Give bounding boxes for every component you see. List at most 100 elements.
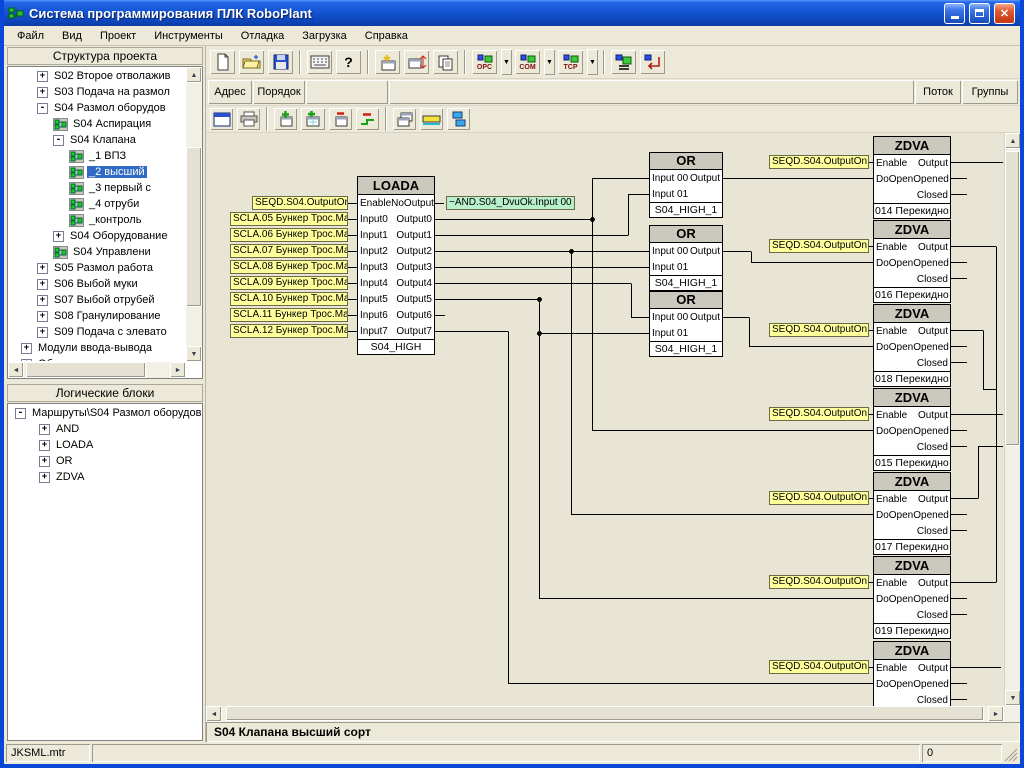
- opc-dropdown-arrow[interactable]: ▼: [501, 49, 512, 75]
- minimize-button[interactable]: [944, 3, 965, 24]
- hscroll-thumb[interactable]: [26, 362, 146, 378]
- input-label-scla[interactable]: SCLA.11 Бункер Трос.Max: [230, 308, 348, 322]
- expand-icon[interactable]: +: [21, 343, 32, 354]
- align-vertical-button[interactable]: [446, 107, 471, 131]
- new-button[interactable]: [209, 49, 236, 75]
- tree-item-project-15[interactable]: +S07 Выбой отрубей: [9, 292, 185, 308]
- tcp-connect-button[interactable]: TCP: [557, 49, 584, 75]
- scroll-up-arrow-icon[interactable]: ▲: [1005, 133, 1021, 149]
- vscroll-thumb[interactable]: [186, 147, 202, 307]
- expand-icon[interactable]: +: [53, 231, 64, 242]
- input-label-scla[interactable]: SCLA.09 Бункер Трос.Max: [230, 276, 348, 290]
- menu-item-5[interactable]: Отладка: [232, 28, 293, 44]
- zdva-enable-label-5[interactable]: SEQD.S04.OutputOn: [769, 491, 869, 505]
- window-view-button[interactable]: [209, 107, 234, 131]
- scroll-right-arrow-icon[interactable]: ►: [988, 706, 1004, 722]
- expand-icon[interactable]: +: [39, 456, 50, 467]
- menu-item-2[interactable]: Вид: [53, 28, 91, 44]
- menu-item-7[interactable]: Справка: [356, 28, 417, 44]
- close-button[interactable]: ✕: [994, 3, 1015, 24]
- add-block-button[interactable]: [273, 107, 298, 131]
- resize-grip[interactable]: [1004, 748, 1018, 762]
- input-label-scla[interactable]: SCLA.07 Бункер Трос.Max: [230, 244, 348, 258]
- zdva-block-4[interactable]: ZDVAEnableOutputDoOpenOpenedClosed015 Пе…: [873, 388, 951, 471]
- zdva-enable-label-6[interactable]: SEQD.S04.OutputOn: [769, 575, 869, 589]
- expand-icon[interactable]: +: [39, 440, 50, 451]
- tree-item-project-10[interactable]: _контроль: [9, 212, 185, 228]
- input-label-seqd[interactable]: SEQD.S04.OutputOn: [252, 196, 348, 210]
- opc-connect-button[interactable]: OPC: [471, 49, 498, 75]
- tree-item-project-18[interactable]: +Модули ввода-вывода: [9, 340, 185, 356]
- diagram-hscrollbar[interactable]: ◄ ►: [206, 706, 1020, 722]
- expand-icon[interactable]: +: [39, 472, 50, 483]
- tree-item-project-17[interactable]: +S09 Подача с элевато: [9, 324, 185, 340]
- scroll-up-arrow-icon[interactable]: ▲: [186, 67, 202, 83]
- tree-item-project-6[interactable]: _1 ВПЗ: [9, 148, 185, 164]
- tree-item-blocks-4[interactable]: +OR: [9, 453, 201, 469]
- arrange-blocks-button[interactable]: [392, 107, 417, 131]
- tree-item-project-1[interactable]: +S02 Второе отволажив: [9, 68, 185, 84]
- save-button[interactable]: [267, 49, 294, 75]
- tree-item-project-3[interactable]: -S04 Размол оборудов: [9, 100, 185, 116]
- expand-icon[interactable]: +: [37, 295, 48, 306]
- tree-item-blocks-2[interactable]: +AND: [9, 421, 201, 437]
- open-button[interactable]: [238, 49, 265, 75]
- scroll-left-arrow-icon[interactable]: ◄: [206, 706, 222, 722]
- tree-item-project-8[interactable]: _3 первый с: [9, 180, 185, 196]
- tree-item-blocks-5[interactable]: +ZDVA: [9, 469, 201, 485]
- empty-header-button[interactable]: [389, 80, 914, 104]
- expand-icon[interactable]: +: [37, 87, 48, 98]
- scroll-down-arrow-icon[interactable]: ▼: [1005, 690, 1021, 706]
- compare-button[interactable]: [610, 49, 637, 75]
- tree-item-project-9[interactable]: _4 отруби: [9, 196, 185, 212]
- zdva-block-5[interactable]: ZDVAEnableOutputDoOpenOpenedClosed017 Пе…: [873, 472, 951, 555]
- hscroll-thumb[interactable]: [226, 706, 984, 721]
- zdva-enable-label-1[interactable]: SEQD.S04.OutputOn: [769, 155, 869, 169]
- tree-item-project-11[interactable]: +S04 Оборудование: [9, 228, 185, 244]
- vscroll-thumb[interactable]: [1005, 151, 1020, 446]
- add-block-with-table-button[interactable]: [300, 107, 326, 131]
- flow-header-button[interactable]: Поток: [915, 80, 961, 104]
- input-label-scla[interactable]: SCLA.05 Бункер Трос.Max: [230, 212, 348, 226]
- or-block-2[interactable]: ORInput 00OutputInput 01S04_HIGH_1: [649, 225, 723, 291]
- menu-item-6[interactable]: Загрузка: [293, 28, 355, 44]
- collapse-icon[interactable]: -: [37, 103, 48, 114]
- tree-item-project-4[interactable]: S04 Аспирация: [9, 116, 185, 132]
- help-button[interactable]: ?: [335, 49, 362, 75]
- tree-item-blocks-1[interactable]: -Маршруты\S04 Размол оборудов: [9, 405, 201, 421]
- input-label-scla[interactable]: SCLA.08 Бункер Трос.Max: [230, 260, 348, 274]
- com-dropdown-arrow[interactable]: ▼: [544, 49, 555, 75]
- address-header-button[interactable]: Адрес: [208, 80, 252, 104]
- expand-icon[interactable]: +: [39, 424, 50, 435]
- expand-icon[interactable]: +: [37, 327, 48, 338]
- tree-item-project-19[interactable]: +Оборудование: [9, 356, 185, 361]
- zdva-block-1[interactable]: ZDVAEnableOutputDoOpenOpenedClosed014 Пе…: [873, 136, 951, 219]
- menu-item-1[interactable]: Файл: [8, 28, 53, 44]
- menu-item-4[interactable]: Инструменты: [145, 28, 232, 44]
- loada-block[interactable]: LOADAEnableNoOutputInput0Output0Input1Ou…: [357, 176, 435, 355]
- zdva-block-3[interactable]: ZDVAEnableOutputDoOpenOpenedClosed018 Пе…: [873, 304, 951, 387]
- input-label-scla[interactable]: SCLA.06 Бункер Трос.Max: [230, 228, 348, 242]
- tree-item-project-16[interactable]: +S08 Гранулирование: [9, 308, 185, 324]
- zdva-enable-label-4[interactable]: SEQD.S04.OutputOn: [769, 407, 869, 421]
- zdva-block-7[interactable]: ZDVAEnableOutputDoOpenOpenedClosed: [873, 641, 951, 706]
- copy-button[interactable]: [432, 49, 459, 75]
- zdva-enable-label-7[interactable]: SEQD.S04.OutputOn: [769, 660, 869, 674]
- zdva-enable-label-2[interactable]: SEQD.S04.OutputOn: [769, 239, 869, 253]
- or-block-1[interactable]: ORInput 00OutputInput 01S04_HIGH_1: [649, 152, 723, 218]
- scroll-right-arrow-icon[interactable]: ►: [170, 362, 186, 378]
- tree-item-project-12[interactable]: S04 Управлени: [9, 244, 185, 260]
- expand-icon[interactable]: +: [21, 359, 32, 362]
- or-block-3[interactable]: ORInput 00OutputInput 01S04_HIGH_1: [649, 291, 723, 357]
- scroll-down-arrow-icon[interactable]: ▼: [186, 346, 202, 362]
- tree-item-project-14[interactable]: +S06 Выбой муки: [9, 276, 185, 292]
- expand-icon[interactable]: +: [37, 263, 48, 274]
- tree-item-project-2[interactable]: +S03 Подача на размол: [9, 84, 185, 100]
- tree-item-project-5[interactable]: -S04 Клапана: [9, 132, 185, 148]
- project-tree-vscrollbar[interactable]: ▲ ▼: [186, 67, 202, 362]
- remove-block-button[interactable]: [328, 107, 353, 131]
- export-blocks-button[interactable]: [403, 49, 430, 75]
- project-tree-hscrollbar[interactable]: ◄ ►: [8, 362, 186, 378]
- collapse-icon[interactable]: -: [15, 408, 26, 419]
- upload-return-button[interactable]: [639, 49, 666, 75]
